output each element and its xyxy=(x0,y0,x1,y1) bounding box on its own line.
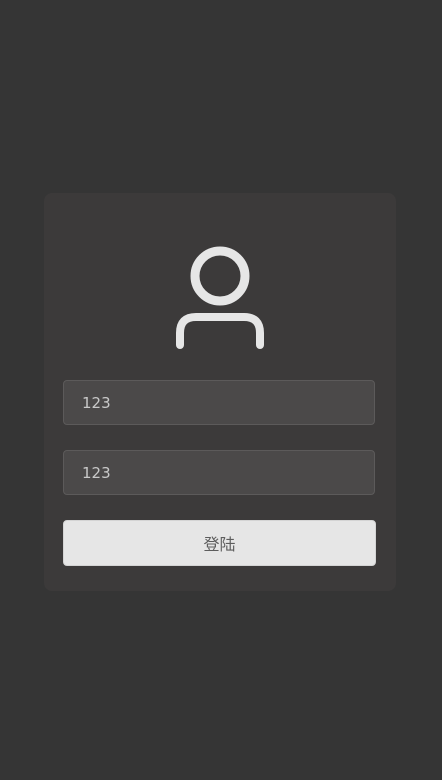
password-input[interactable] xyxy=(63,450,375,495)
user-avatar-icon xyxy=(176,246,264,349)
avatar-shoulders xyxy=(176,313,264,349)
avatar-head xyxy=(190,246,250,306)
app-screen: 登陆 xyxy=(0,0,442,780)
login-button[interactable]: 登陆 xyxy=(63,520,376,566)
username-input[interactable] xyxy=(63,380,375,425)
login-card: 登陆 xyxy=(44,193,396,591)
